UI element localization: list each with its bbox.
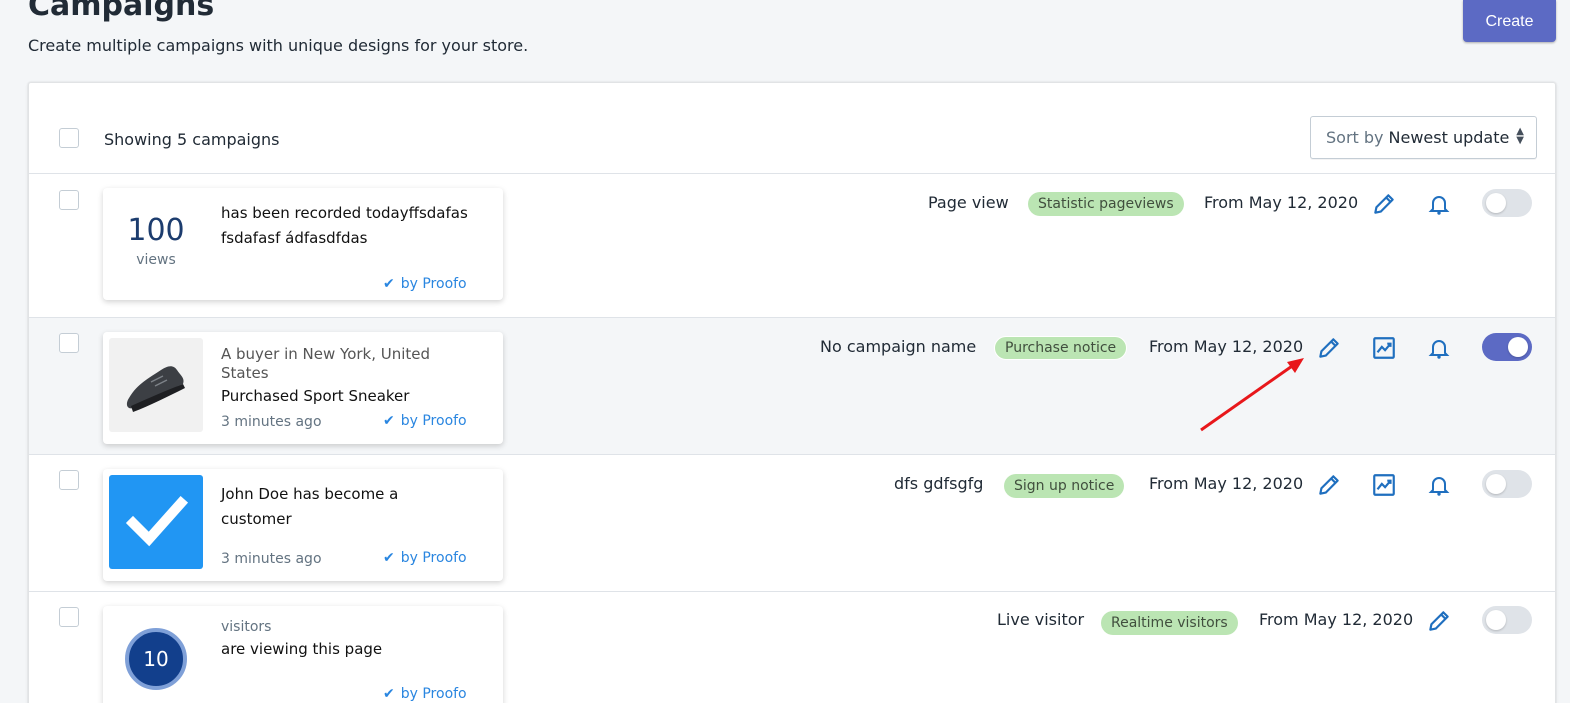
by-proofo: ✔ by Proofo	[383, 413, 467, 429]
showing-count: Showing 5 campaigns	[104, 130, 280, 149]
sort-label: Sort by	[1326, 128, 1384, 147]
campaign-type-badge: Sign up notice	[1004, 474, 1125, 498]
edit-pencil-icon[interactable]	[1315, 334, 1343, 362]
list-header: Showing 5 campaigns Sort by Newest updat…	[29, 83, 1555, 174]
notification-message: John Doe has become a customer	[221, 485, 399, 528]
notification-preview: 100 views has been recorded todayffsdafa…	[103, 188, 503, 300]
campaign-name: No campaign name	[820, 337, 977, 356]
row-checkbox[interactable]	[59, 607, 79, 627]
campaign-row[interactable]: 10 visitors are viewing this page ✔ by Pr…	[29, 592, 1555, 703]
campaign-row[interactable]: 100 views has been recorded todayffsdafa…	[29, 174, 1555, 318]
sort-select[interactable]: Sort by Newest update ▲ ▼	[1310, 116, 1537, 159]
by-proofo-text: by Proofo	[400, 686, 467, 702]
notification-preview: John Doe has become a customer 3 minutes…	[103, 469, 503, 581]
checkmark-image	[109, 475, 203, 569]
campaign-name: dfs gdfsgfg	[894, 474, 984, 493]
select-all-checkbox[interactable]	[59, 128, 79, 148]
campaign-name: Live visitor	[997, 610, 1085, 629]
campaign-date: From May 12, 2020	[1204, 193, 1359, 212]
views-label: views	[136, 252, 176, 268]
campaign-date: From May 12, 2020	[1259, 610, 1414, 629]
notification-time: 3 minutes ago	[221, 551, 322, 567]
sneaker-image	[109, 338, 203, 432]
campaign-name: Page view	[928, 193, 1009, 212]
campaign-type-badge: Statistic pageviews	[1028, 192, 1184, 216]
campaign-toggle[interactable]	[1482, 333, 1532, 361]
check-icon: ✔	[383, 276, 395, 292]
campaign-toggle[interactable]	[1482, 470, 1532, 498]
views-count: 100	[127, 213, 185, 248]
notification-time: 3 minutes ago	[221, 414, 322, 430]
notification-bell-icon[interactable]	[1425, 471, 1453, 499]
page-title: Campaigns	[28, 0, 215, 23]
sort-value: Newest update	[1388, 128, 1510, 147]
edit-pencil-icon[interactable]	[1425, 607, 1453, 635]
notification-preview: 10 visitors are viewing this page ✔ by Pr…	[103, 606, 503, 703]
by-proofo-text: by Proofo	[400, 550, 467, 566]
by-proofo-text: by Proofo	[400, 413, 467, 429]
notification-message: are viewing this page	[221, 640, 383, 658]
by-proofo: ✔ by Proofo	[383, 550, 467, 566]
visitor-count-circle: 10	[125, 628, 187, 690]
page-subtitle: Create multiple campaigns with unique de…	[28, 36, 529, 55]
notification-bell-icon[interactable]	[1425, 334, 1453, 362]
row-checkbox[interactable]	[59, 333, 79, 353]
check-icon: ✔	[383, 550, 395, 566]
check-icon: ✔	[383, 413, 395, 429]
notification-message: has been recorded todayffsdafas fsdafasf…	[221, 204, 468, 247]
visitors-label: visitors	[221, 619, 272, 635]
notification-message: Purchased Sport Sneaker	[221, 387, 410, 405]
campaign-type-badge: Purchase notice	[994, 336, 1128, 360]
annotation-arrow-icon	[1200, 358, 1304, 432]
campaign-date: From May 12, 2020	[1149, 474, 1304, 493]
campaign-toggle[interactable]	[1482, 606, 1532, 634]
create-button[interactable]: Create	[1463, 0, 1556, 42]
analytics-chart-icon[interactable]	[1370, 471, 1398, 499]
campaign-row[interactable]: John Doe has become a customer 3 minutes…	[29, 455, 1555, 592]
analytics-chart-icon[interactable]	[1370, 334, 1398, 362]
by-proofo: ✔ by Proofo	[383, 276, 467, 292]
campaign-toggle[interactable]	[1482, 189, 1532, 217]
row-checkbox[interactable]	[59, 470, 79, 490]
by-proofo-text: by Proofo	[400, 276, 467, 292]
notification-preview: A buyer in New York, United States Purch…	[103, 332, 503, 444]
check-icon: ✔	[383, 686, 395, 702]
campaign-row[interactable]: A buyer in New York, United States Purch…	[29, 318, 1555, 455]
campaign-list-card: Showing 5 campaigns Sort by Newest updat…	[28, 82, 1556, 703]
by-proofo: ✔ by Proofo	[383, 686, 467, 702]
edit-pencil-icon[interactable]	[1315, 471, 1343, 499]
sort-chevron-icon: ▲ ▼	[1516, 126, 1524, 146]
buyer-location: A buyer in New York, United States	[221, 345, 431, 382]
edit-pencil-icon[interactable]	[1370, 190, 1398, 218]
campaign-type-badge: Realtime visitors	[1101, 611, 1238, 635]
notification-bell-icon[interactable]	[1425, 190, 1453, 218]
row-checkbox[interactable]	[59, 190, 79, 210]
